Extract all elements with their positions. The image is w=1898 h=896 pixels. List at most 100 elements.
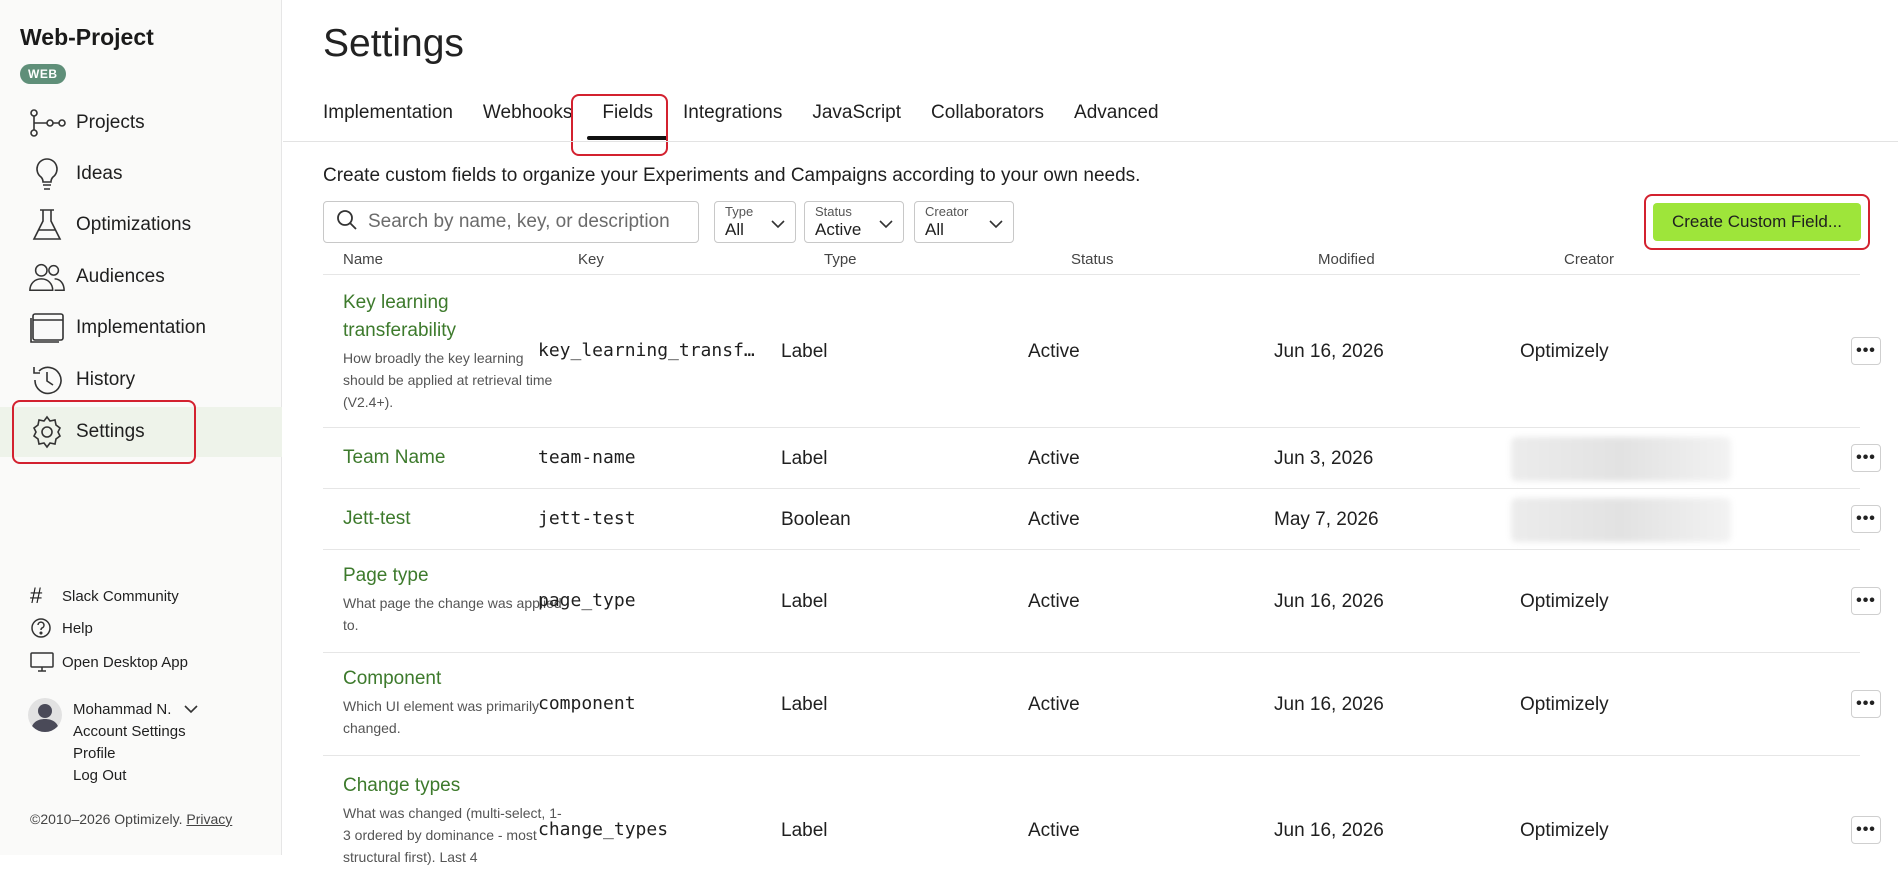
sidebar-item-label: Settings [76, 421, 145, 442]
field-name-link[interactable]: Component [343, 665, 563, 693]
field-modified: Jun 16, 2026 [1274, 341, 1384, 362]
account-settings-link[interactable]: Account Settings [73, 723, 186, 740]
field-type: Boolean [781, 509, 851, 530]
help-label: Help [62, 619, 93, 637]
status-filter[interactable]: Status Active [804, 201, 904, 243]
slack-community-link[interactable]: # Slack Community [30, 583, 179, 609]
tab-webhooks[interactable]: Webhooks [483, 102, 572, 140]
column-header-type[interactable]: Type [824, 251, 857, 268]
tab-javascript[interactable]: JavaScript [812, 102, 901, 140]
sidebar-item-implementation[interactable]: Implementation [0, 303, 282, 353]
field-modified: May 7, 2026 [1274, 509, 1379, 530]
sidebar-item-label: Ideas [76, 163, 123, 184]
more-icon: ••• [1856, 592, 1876, 609]
tabs-divider [283, 141, 1898, 142]
field-key: key_learning_transferability [538, 340, 763, 361]
row-actions-button[interactable]: ••• [1851, 337, 1881, 365]
field-key: page_type [538, 590, 636, 611]
creator-filter[interactable]: Creator All [914, 201, 1014, 243]
field-name-link[interactable]: Team Name [343, 444, 563, 472]
field-creator: Optimizely [1520, 820, 1609, 841]
logout-link[interactable]: Log Out [73, 767, 126, 784]
field-name-link[interactable]: Jett-test [343, 505, 563, 533]
sidebar-item-label: Projects [76, 112, 145, 133]
open-desktop-app-link[interactable]: Open Desktop App [30, 651, 188, 673]
tab-collaborators[interactable]: Collaborators [931, 102, 1044, 140]
monitor-icon [30, 651, 62, 673]
more-icon: ••• [1856, 821, 1876, 838]
field-status: Active [1028, 820, 1080, 841]
column-header-name[interactable]: Name [343, 251, 383, 268]
field-modified: Jun 3, 2026 [1274, 448, 1374, 469]
field-description: What was changed (multi-select, 1-3 orde… [343, 805, 562, 865]
sidebar-item-history[interactable]: History [0, 355, 282, 405]
gear-icon [28, 413, 66, 451]
settings-tabs: Implementation Webhooks Fields Integrati… [323, 102, 1189, 140]
sidebar-item-settings[interactable]: Settings [0, 407, 282, 457]
user-name-row[interactable]: Mohammad N. [73, 701, 198, 719]
search-icon [336, 209, 358, 236]
field-key: change_types [538, 819, 669, 840]
copyright-text: ©2010–2026 Optimizely. [30, 811, 183, 827]
sidebar-item-ideas[interactable]: Ideas [0, 149, 282, 199]
row-actions-button[interactable]: ••• [1851, 587, 1881, 615]
project-badge: WEB [20, 64, 66, 84]
column-header-status[interactable]: Status [1071, 251, 1114, 268]
field-name-cell: Page type What page the change was appli… [343, 562, 563, 636]
row-actions-button[interactable]: ••• [1851, 505, 1881, 533]
field-description: How broadly the key learning should be a… [343, 350, 553, 410]
sidebar-item-optimizations[interactable]: Optimizations [0, 200, 282, 250]
search-input[interactable] [368, 211, 688, 233]
field-name-link[interactable]: Key learning transferability [343, 289, 563, 345]
help-link[interactable]: Help [30, 617, 93, 639]
sidebar-item-projects[interactable]: Projects [0, 98, 282, 148]
field-status: Active [1028, 448, 1080, 469]
history-icon [28, 361, 66, 399]
field-modified: Jun 16, 2026 [1274, 694, 1384, 715]
table-row: Change types What was changed (multi-sel… [323, 756, 1881, 896]
more-icon: ••• [1856, 510, 1876, 527]
field-key: component [538, 693, 636, 714]
field-modified: Jun 16, 2026 [1274, 591, 1384, 612]
field-name-link[interactable]: Change types [343, 772, 563, 800]
type-filter[interactable]: Type All [714, 201, 796, 243]
tab-implementation[interactable]: Implementation [323, 102, 453, 140]
table-row: Key learning transferability How broadly… [323, 275, 1881, 428]
field-type: Label [781, 820, 828, 841]
field-name-link[interactable]: Page type [343, 562, 563, 590]
tab-fields[interactable]: Fields [587, 102, 668, 140]
create-custom-field-button[interactable]: Create Custom Field... [1653, 203, 1861, 241]
redacted-creator [1511, 498, 1731, 542]
sidebar-item-audiences[interactable]: Audiences [0, 252, 282, 302]
tab-advanced[interactable]: Advanced [1074, 102, 1159, 140]
sidebar-item-label: History [76, 369, 136, 390]
row-actions-button[interactable]: ••• [1851, 444, 1881, 472]
field-type: Label [781, 448, 828, 469]
column-header-creator[interactable]: Creator [1564, 251, 1614, 268]
field-description: What page the change was applied to. [343, 595, 562, 633]
people-icon [28, 258, 66, 296]
field-status: Active [1028, 591, 1080, 612]
chevron-down-icon [771, 216, 785, 234]
column-header-key[interactable]: Key [578, 251, 604, 268]
privacy-link[interactable]: Privacy [186, 811, 232, 827]
field-name-cell: Component Which UI element was primarily… [343, 665, 563, 739]
field-creator: Optimizely [1520, 694, 1609, 715]
column-header-modified[interactable]: Modified [1318, 251, 1375, 268]
row-actions-button[interactable]: ••• [1851, 816, 1881, 844]
copyright: ©2010–2026 Optimizely. Privacy [30, 811, 232, 827]
row-actions-button[interactable]: ••• [1851, 690, 1881, 718]
avatar[interactable] [28, 698, 62, 732]
user-name: Mohammad N. [73, 701, 172, 718]
chevron-down-icon [184, 701, 198, 719]
profile-link[interactable]: Profile [73, 745, 116, 762]
field-modified: Jun 16, 2026 [1274, 820, 1384, 841]
slack-community-label: Slack Community [62, 587, 179, 605]
tab-integrations[interactable]: Integrations [683, 102, 782, 140]
field-key: jett-test [538, 508, 636, 529]
hashtag-icon: # [30, 583, 43, 608]
open-desktop-app-label: Open Desktop App [62, 653, 188, 671]
project-title[interactable]: Web-Project [20, 24, 154, 51]
table-row: Team Name team-name Label Active Jun 3, … [323, 428, 1881, 489]
field-creator: Optimizely [1520, 591, 1609, 612]
